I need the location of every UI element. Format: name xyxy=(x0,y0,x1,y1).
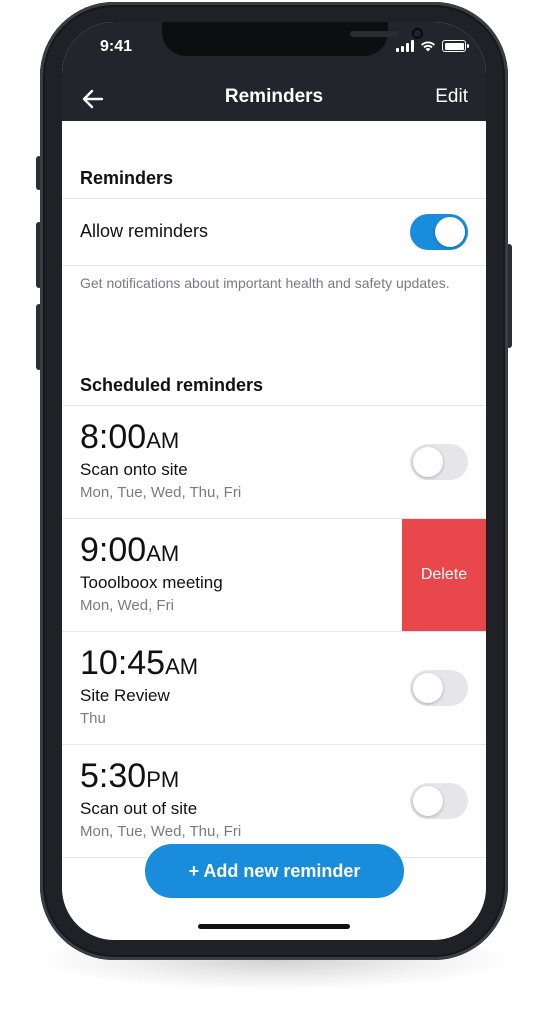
reminder-time: 5:30PM xyxy=(80,757,180,795)
divider xyxy=(62,198,486,199)
reminder-row[interactable]: 10:45AM Site Review Thu xyxy=(62,632,486,744)
allow-reminders-label: Allow reminders xyxy=(80,221,209,241)
scheduled-section-heading: Scheduled reminders xyxy=(80,375,264,395)
divider xyxy=(62,265,486,266)
add-new-reminder-button[interactable]: + Add new reminder xyxy=(145,844,404,898)
reminder-toggle[interactable] xyxy=(410,783,468,819)
reminder-days: Mon, Tue, Wed, Thu, Fri xyxy=(80,484,242,501)
phone-screen: 9:41 Reminders Edit Reminders Allow remi… xyxy=(62,22,486,940)
toggle-knob xyxy=(413,786,443,816)
reminder-time: 8:00AM xyxy=(80,418,180,456)
reminder-time: 9:00AM xyxy=(80,531,180,569)
signal-icon xyxy=(396,40,414,52)
page-title: Reminders xyxy=(224,86,324,107)
battery-icon xyxy=(442,40,469,52)
reminder-name: Site Review xyxy=(80,686,170,705)
reminder-row[interactable]: 9:00AM Tooolboox meeting Mon, Wed, Fri D… xyxy=(62,519,486,631)
allow-reminders-toggle[interactable] xyxy=(410,214,468,250)
reminder-time: 10:45AM xyxy=(80,644,199,682)
status-time: 9:41 xyxy=(100,38,133,55)
earpiece-speaker xyxy=(350,31,398,37)
top-bar: 9:41 Reminders Edit xyxy=(62,22,486,121)
reminder-row[interactable]: 5:30PM Scan out of site Mon, Tue, Wed, T… xyxy=(62,745,486,857)
home-indicator xyxy=(198,924,350,929)
reminder-name: Scan onto site xyxy=(80,460,188,479)
reminder-days: Thu xyxy=(80,710,106,727)
reminder-days: Mon, Tue, Wed, Thu, Fri xyxy=(80,823,242,840)
reminders-section-heading: Reminders xyxy=(80,168,174,188)
allow-reminders-hint: Get notifications about important health… xyxy=(80,275,450,291)
wifi-icon xyxy=(421,41,435,52)
reminder-toggle[interactable] xyxy=(410,670,468,706)
reminder-days: Mon, Wed, Fri xyxy=(80,597,174,614)
reminder-row[interactable]: 8:00AM Scan onto site Mon, Tue, Wed, Thu… xyxy=(62,406,486,518)
toggle-knob xyxy=(435,217,465,247)
delete-button[interactable]: Delete xyxy=(402,519,486,631)
toggle-knob xyxy=(413,447,443,477)
edit-button[interactable]: Edit xyxy=(435,86,468,108)
reminder-name: Tooolboox meeting xyxy=(80,573,223,592)
front-camera xyxy=(412,28,423,39)
status-icons xyxy=(396,40,469,52)
notch xyxy=(162,22,423,56)
toggle-knob xyxy=(413,673,443,703)
reminder-name: Scan out of site xyxy=(80,799,198,818)
reminder-toggle[interactable] xyxy=(410,444,468,480)
